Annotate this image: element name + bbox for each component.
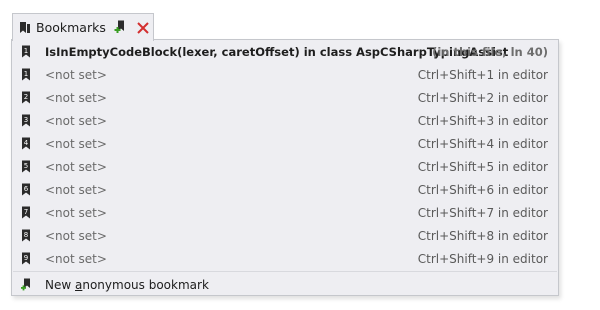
bookmark-label: <not set>	[45, 228, 107, 243]
bookmark-row-2[interactable]: 2 <not set> Ctrl+Shift+2 in editor	[12, 86, 558, 109]
bookmark-shortcut: Ctrl+Shift+5 in editor	[417, 159, 548, 174]
bookmark-shortcut: Ctrl+Shift+6 in editor	[417, 182, 548, 197]
bookmarks-popup: 1 IsInEmptyCodeBlock(lexer, caretOffset)…	[11, 39, 559, 296]
bookmark-shortcut: Ctrl+Shift+7 in editor	[417, 205, 548, 220]
bookmark-4-icon: 4	[21, 137, 31, 150]
svg-text:9: 9	[24, 254, 28, 262]
bookmark-7-icon: 7	[21, 206, 31, 219]
bookmark-label: <not set>	[45, 182, 107, 197]
svg-text:1: 1	[24, 47, 28, 55]
label-prefix: New	[45, 277, 75, 292]
close-icon[interactable]	[136, 21, 150, 35]
svg-text:1: 1	[24, 70, 28, 78]
bookmark-shortcut: Ctrl+Shift+8 in editor	[417, 228, 548, 243]
bookmark-label: <not set>	[45, 159, 107, 174]
bookmark-1-icon: 1	[21, 45, 31, 58]
current-bookmark-row[interactable]: 1 IsInEmptyCodeBlock(lexer, caretOffset)…	[12, 40, 558, 63]
tab-title: Bookmarks	[36, 20, 106, 35]
bookmark-icon	[19, 21, 31, 34]
svg-text:8: 8	[24, 231, 28, 239]
bookmark-shortcut: Ctrl+Shift+4 in editor	[417, 136, 548, 151]
new-anonymous-bookmark-item[interactable]: New anonymous bookmark	[12, 273, 558, 296]
bookmark-shortcut: Ctrl+Shift+3 in editor	[417, 113, 548, 128]
add-bookmark-icon	[21, 278, 31, 291]
svg-text:4: 4	[24, 139, 29, 147]
bookmark-5-icon: 5	[21, 160, 31, 173]
bookmark-3-icon: 3	[21, 114, 31, 127]
bookmark-row-3[interactable]: 3 <not set> Ctrl+Shift+3 in editor	[12, 109, 558, 132]
add-bookmark-icon[interactable]	[114, 20, 128, 35]
bookmark-row-4[interactable]: 4 <not set> Ctrl+Shift+4 in editor	[12, 132, 558, 155]
bookmark-8-icon: 8	[21, 229, 31, 242]
divider	[13, 271, 557, 272]
svg-text:3: 3	[24, 116, 28, 124]
label-suffix: nonymous bookmark	[82, 277, 209, 292]
bookmark-6-icon: 6	[21, 183, 31, 196]
bookmark-9-icon: 9	[21, 252, 31, 265]
svg-text:5: 5	[24, 162, 28, 170]
bookmark-label: <not set>	[45, 136, 107, 151]
bookmark-shortcut: Ctrl+Shift+2 in editor	[417, 90, 548, 105]
bookmark-row-8[interactable]: 8 <not set> Ctrl+Shift+8 in editor	[12, 224, 558, 247]
svg-text:6: 6	[24, 185, 29, 193]
bookmark-shortcut: Ctrl+Shift+1 in editor	[417, 67, 548, 82]
bookmark-label: <not set>	[45, 251, 107, 266]
bookmarks-tab[interactable]: Bookmarks	[12, 13, 154, 41]
new-anonymous-bookmark-label: New anonymous bookmark	[45, 278, 209, 292]
bookmark-row-5[interactable]: 5 <not set> Ctrl+Shift+5 in editor	[12, 155, 558, 178]
bookmark-label: <not set>	[45, 90, 107, 105]
bookmark-1-icon: 1	[21, 68, 31, 81]
bookmark-label: <not set>	[45, 67, 107, 82]
svg-text:7: 7	[24, 208, 28, 216]
bookmark-row-1[interactable]: 1 <not set> Ctrl+Shift+1 in editor	[12, 63, 558, 86]
bookmark-shortcut: Ctrl+Shift+9 in editor	[417, 251, 548, 266]
svg-text:2: 2	[24, 93, 28, 101]
current-bookmark-location: (in this file, ln 40)	[432, 44, 548, 59]
bookmark-row-6[interactable]: 6 <not set> Ctrl+Shift+6 in editor	[12, 178, 558, 201]
bookmark-row-7[interactable]: 7 <not set> Ctrl+Shift+7 in editor	[12, 201, 558, 224]
bookmark-2-icon: 2	[21, 91, 31, 104]
bookmark-label: <not set>	[45, 205, 107, 220]
bookmark-label: <not set>	[45, 113, 107, 128]
bookmark-row-9[interactable]: 9 <not set> Ctrl+Shift+9 in editor	[12, 247, 558, 270]
